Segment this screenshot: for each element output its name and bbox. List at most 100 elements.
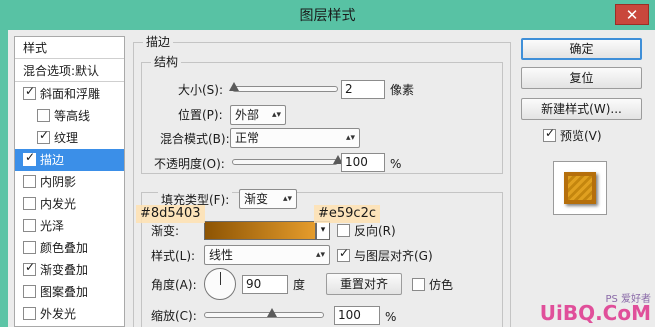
style-item-checkbox[interactable]	[23, 241, 36, 254]
style-item[interactable]: 外发光	[15, 303, 124, 325]
gradient-label: 渐变:	[151, 224, 180, 238]
angle-unit: 度	[293, 278, 306, 292]
dither-label: 仿色	[429, 278, 454, 292]
style-value: 线性	[209, 248, 234, 262]
style-item-label: 图案叠加	[40, 285, 89, 299]
blend-mode-select[interactable]: 正常 ▴▾	[230, 128, 360, 148]
dialog-body: 样式 混合选项:默认 ✓ 斜面和浮雕 等高线 ✓ 纹理 ✓ 描边 内阴影 内发光 光泽 颜色叠加 ✓ 渐…	[8, 30, 655, 327]
stroke-title: 描边	[143, 35, 174, 49]
style-item-checkbox[interactable]	[23, 219, 36, 232]
style-item-checkbox[interactable]	[23, 175, 36, 188]
style-item-checkbox[interactable]	[23, 197, 36, 210]
style-item-checkbox[interactable]	[37, 109, 50, 122]
size-label: 大小(S):	[178, 83, 224, 97]
size-input[interactable]: 2	[341, 80, 385, 99]
style-item-label: 颜色叠加	[40, 241, 89, 255]
gradient-swatch[interactable]	[204, 221, 316, 240]
opacity-input[interactable]: 100	[341, 153, 385, 172]
style-item-label: 斜面和浮雕	[40, 87, 101, 101]
gradient-start-color: #8d5403	[136, 205, 205, 223]
scale-input[interactable]: 100	[334, 306, 380, 325]
window-title: 图层样式	[299, 8, 356, 24]
reset-align-button[interactable]: 重置对齐	[326, 273, 402, 295]
scale-slider-thumb[interactable]	[267, 308, 277, 317]
reverse-checkbox[interactable]	[337, 224, 350, 237]
opacity-label: 不透明度(O):	[154, 157, 225, 171]
style-item-checkbox[interactable]: ✓	[23, 84, 36, 100]
blend-mode-label: 混合模式(B):	[160, 132, 230, 146]
style-item-label: 外发光	[40, 307, 77, 321]
position-label: 位置(P):	[178, 108, 223, 122]
style-item[interactable]: 内发光	[15, 193, 124, 215]
preview-option[interactable]: ✓ 预览(V)	[543, 126, 602, 144]
style-item[interactable]: ✓ 斜面和浮雕	[15, 83, 124, 105]
stepper-arrows-icon: ▴▾	[315, 250, 325, 260]
style-item-checkbox[interactable]: ✓	[23, 260, 36, 276]
chevron-down-icon: ▾	[320, 225, 326, 235]
checkmark-icon: ✓	[339, 246, 350, 260]
angle-input[interactable]: 90	[242, 275, 288, 294]
style-preview	[553, 161, 607, 215]
watermark-logo: UiBQ.CoM	[539, 301, 651, 325]
scale-slider[interactable]	[204, 312, 324, 318]
styles-list: 样式 混合选项:默认 ✓ 斜面和浮雕等高线 ✓ 纹理 ✓ 描边内阴影内发光光泽颜色叠加 ✓ 渐…	[14, 36, 125, 327]
checkmark-icon: ✓	[25, 84, 36, 98]
style-item[interactable]: 等高线	[15, 105, 124, 127]
style-item-label: 描边	[40, 153, 65, 167]
fill-type-select[interactable]: 渐变 ▴▾	[239, 189, 297, 209]
scale-unit: %	[385, 310, 397, 324]
style-item-checkbox[interactable]	[23, 307, 36, 320]
style-item-label: 内发光	[40, 197, 77, 211]
size-unit: 像素	[390, 83, 415, 97]
align-checkbox[interactable]: ✓	[337, 246, 350, 262]
reverse-option[interactable]: 反向(R)	[337, 223, 396, 239]
style-item-label: 内阴影	[40, 175, 77, 189]
reset-button[interactable]: 复位	[521, 67, 642, 89]
style-item[interactable]: 内阴影	[15, 171, 124, 193]
preview-label: 预览(V)	[560, 129, 602, 143]
checkmark-icon: ✓	[39, 128, 50, 142]
blend-options-item[interactable]: 混合选项:默认	[15, 60, 124, 82]
align-option[interactable]: ✓ 与图层对齐(G)	[337, 246, 433, 264]
dither-checkbox[interactable]	[412, 278, 425, 291]
style-item[interactable]: ✓ 渐变叠加	[15, 259, 124, 281]
style-item[interactable]: ✓ 纹理	[15, 127, 124, 149]
size-slider-thumb[interactable]	[229, 82, 240, 91]
align-label: 与图层对齐(G)	[354, 249, 433, 263]
ok-button[interactable]: 确定	[521, 38, 642, 60]
style-item[interactable]: 光泽	[15, 215, 124, 237]
dither-option[interactable]: 仿色	[412, 277, 453, 293]
style-item-label: 等高线	[54, 109, 91, 123]
style-select[interactable]: 线性 ▴▾	[204, 245, 330, 265]
angle-dial[interactable]	[204, 268, 236, 300]
opacity-unit: %	[390, 157, 402, 171]
style-item[interactable]: ✓ 描边	[15, 149, 124, 171]
position-select[interactable]: 外部 ▴▾	[230, 105, 286, 125]
new-style-button[interactable]: 新建样式(W)...	[521, 98, 642, 120]
style-item[interactable]: 图案叠加	[15, 281, 124, 303]
structure-title: 结构	[151, 55, 182, 69]
preview-checkbox[interactable]: ✓	[543, 126, 556, 142]
angle-dial-hand	[220, 272, 221, 285]
position-value: 外部	[235, 108, 260, 122]
close-button[interactable]: ✕	[615, 4, 649, 25]
size-slider[interactable]	[232, 86, 338, 92]
scale-label: 缩放(C):	[151, 309, 197, 323]
styles-header[interactable]: 样式	[15, 37, 124, 59]
angle-label: 角度(A):	[151, 278, 197, 292]
gradient-dropdown[interactable]: ▾	[316, 221, 330, 240]
style-item-checkbox[interactable]: ✓	[23, 151, 36, 166]
opacity-slider[interactable]	[232, 159, 338, 165]
style-item-checkbox[interactable]: ✓	[37, 128, 50, 144]
title-bar: 图层样式 ✕	[0, 0, 655, 30]
style-item-checkbox[interactable]	[23, 285, 36, 298]
style-item-label: 纹理	[54, 131, 79, 145]
style-label: 样式(L):	[151, 249, 196, 263]
checkmark-icon: ✓	[545, 126, 556, 140]
stepper-arrows-icon: ▴▾	[271, 110, 281, 120]
style-item[interactable]: 颜色叠加	[15, 237, 124, 259]
blend-mode-value: 正常	[235, 131, 260, 145]
checkmark-icon: ✓	[25, 260, 36, 274]
stepper-arrows-icon: ▴▾	[345, 133, 355, 143]
style-item-label: 光泽	[40, 219, 65, 233]
